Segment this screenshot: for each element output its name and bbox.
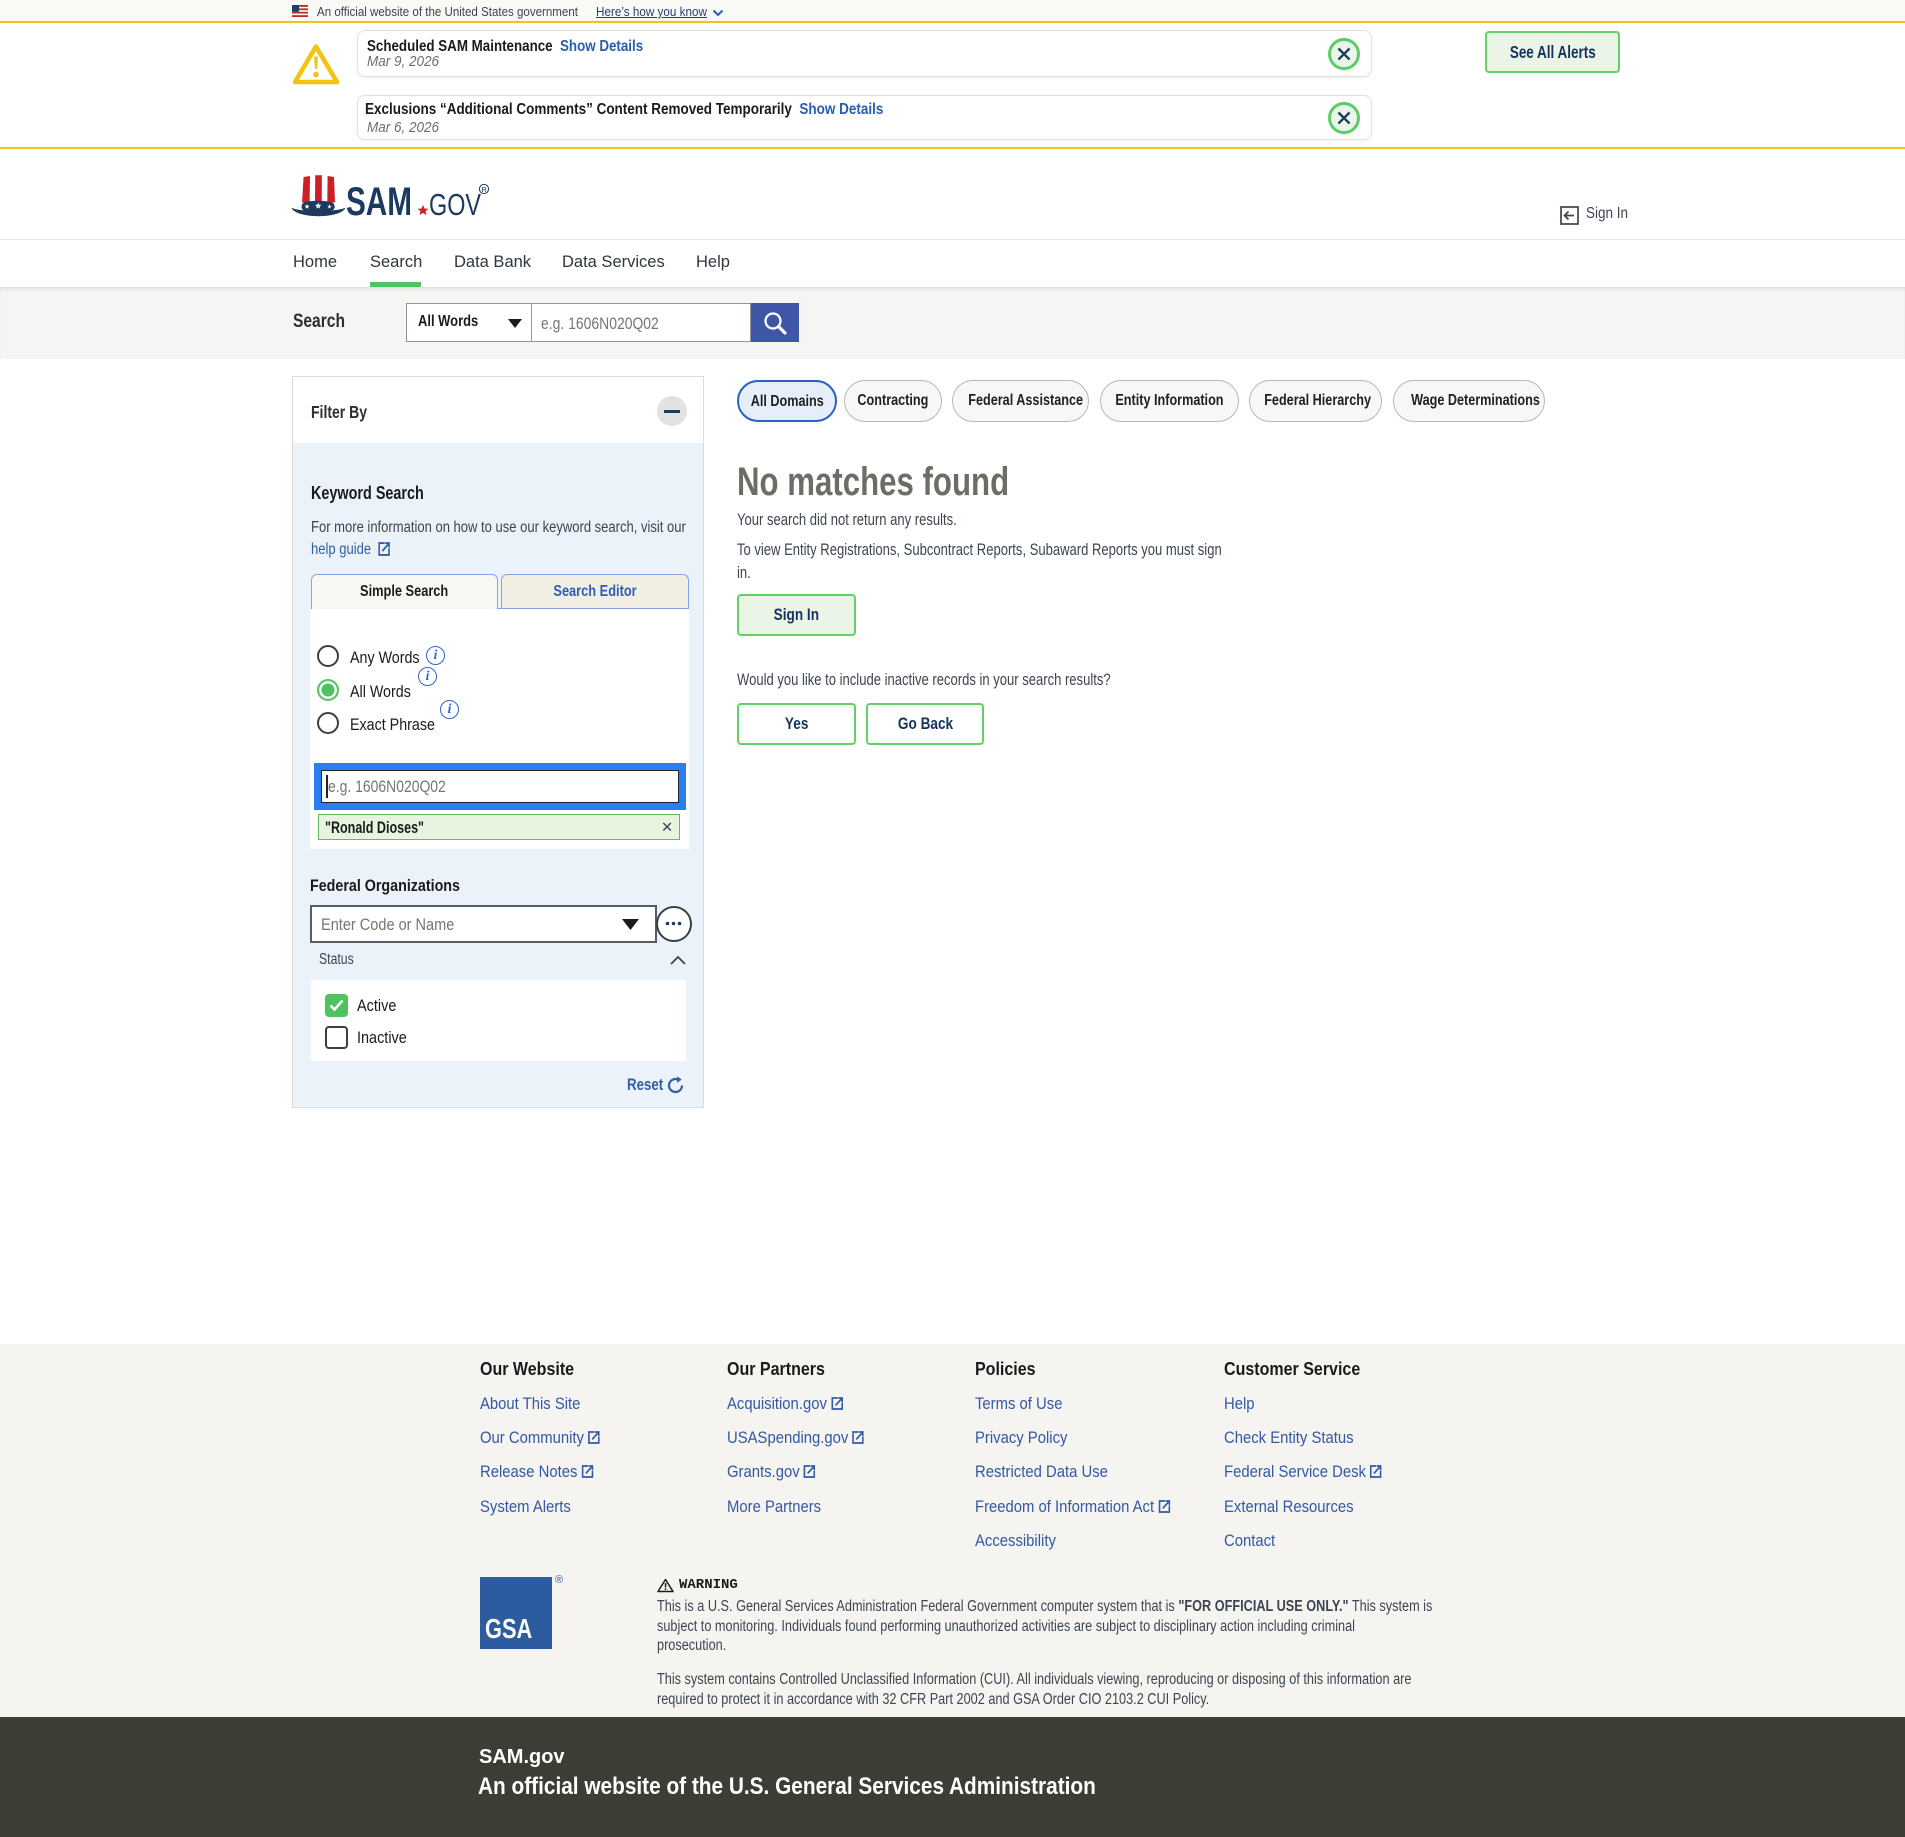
svg-text:GOV: GOV [429, 187, 481, 222]
svg-text:SAM: SAM [346, 180, 412, 222]
svg-text:R: R [481, 185, 487, 194]
